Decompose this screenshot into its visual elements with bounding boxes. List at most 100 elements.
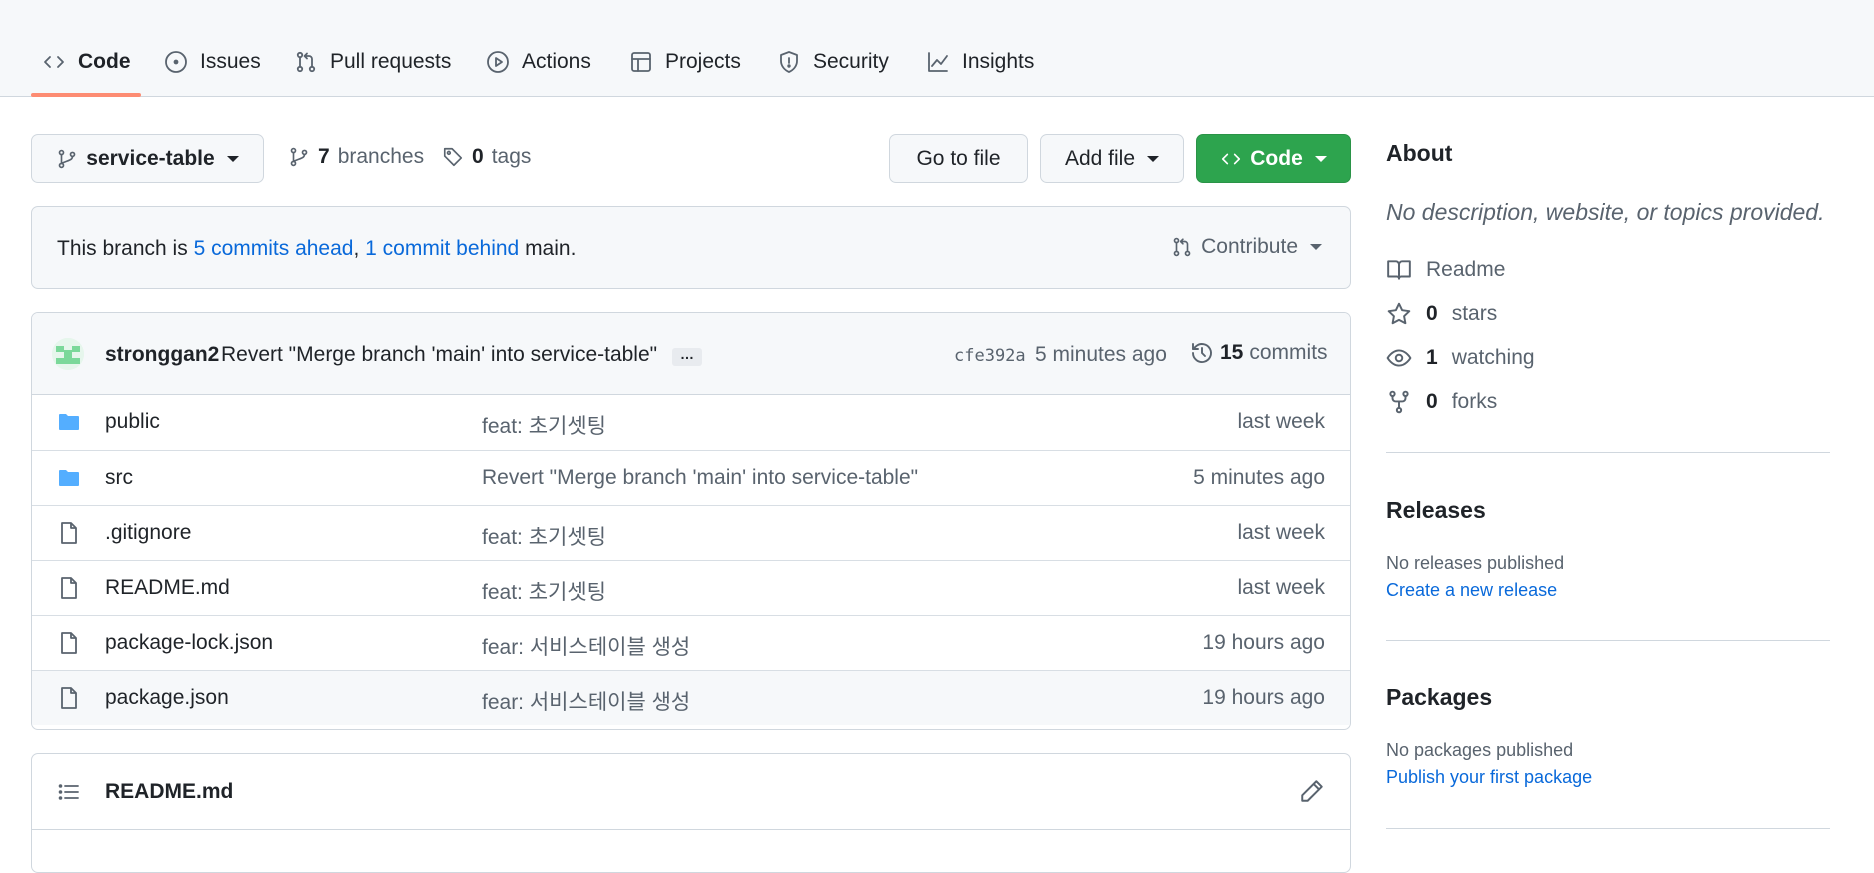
avatar[interactable] <box>52 338 84 370</box>
expand-commit-button[interactable]: … <box>672 347 702 366</box>
tags-link[interactable]: 0 tags <box>442 145 531 169</box>
git-pull-request-icon <box>1173 237 1191 257</box>
code-dropdown-button[interactable]: Code <box>1196 134 1351 183</box>
commit-author[interactable]: stronggan2 <box>105 343 219 367</box>
play-icon <box>487 51 509 73</box>
code-button-label: Code <box>1250 146 1303 170</box>
releases-heading[interactable]: Releases <box>1386 497 1486 524</box>
chevron-down-icon <box>1310 244 1322 250</box>
commit-time: 5 minutes ago <box>1035 343 1167 366</box>
file-commit-message[interactable]: feat: 초기셋팅 <box>482 521 606 551</box>
releases-empty-text: No releases published <box>1386 553 1565 573</box>
stars-label: stars <box>1451 302 1498 325</box>
branch-status-text: This branch is 5 commits ahead, 1 commit… <box>57 237 576 261</box>
table-row[interactable]: src Revert "Merge branch 'main' into ser… <box>32 450 1350 505</box>
forks-count: 0 <box>1426 390 1438 413</box>
tags-label: tags <box>491 145 532 168</box>
go-to-file-label: Go to file <box>916 146 1001 170</box>
commit-message[interactable]: Revert "Merge branch 'main' into service… <box>221 343 657 367</box>
commits-behind-link[interactable]: 1 commit behind <box>365 237 519 260</box>
tab-label: Code <box>78 50 131 73</box>
branch-status-sep: , <box>353 237 366 260</box>
file-name[interactable]: README.md <box>105 576 230 600</box>
file-name[interactable]: src <box>105 466 133 490</box>
list-unordered-icon[interactable] <box>57 780 81 804</box>
chevron-down-icon <box>1147 155 1160 162</box>
file-browser: stronggan2 Revert "Merge branch 'main' i… <box>31 312 1351 730</box>
file-commit-time: last week <box>1237 521 1325 544</box>
table-row[interactable]: public feat: 초기셋팅 last week <box>32 395 1350 450</box>
readme-panel: README.md <box>31 753 1351 873</box>
file-commit-time: last week <box>1237 576 1325 599</box>
file-commit-time: 19 hours ago <box>1202 631 1325 654</box>
branch-select-button[interactable]: service-table <box>31 134 264 183</box>
file-name[interactable]: package.json <box>105 686 229 710</box>
tab-projects[interactable]: Projects <box>629 44 741 80</box>
tab-pull-requests[interactable]: Pull requests <box>294 44 451 80</box>
table-row[interactable]: README.md feat: 초기셋팅 last week <box>32 560 1350 615</box>
packages-empty-text: No packages published <box>1386 740 1574 760</box>
table-icon <box>631 52 651 72</box>
contribute-button[interactable]: Contribute <box>1171 235 1322 259</box>
git-branch-icon <box>58 149 76 168</box>
file-commit-time: last week <box>1237 410 1325 433</box>
file-name[interactable]: public <box>105 410 160 434</box>
table-row[interactable]: package.json fear: 서비스테이블 생성 19 hours ag… <box>32 670 1350 725</box>
tab-insights[interactable]: Insights <box>926 44 1034 80</box>
stars-count: 0 <box>1426 302 1438 325</box>
file-commit-message[interactable]: feat: 초기셋팅 <box>482 410 606 440</box>
file-name[interactable]: .gitignore <box>105 521 191 545</box>
tab-actions[interactable]: Actions <box>486 44 591 80</box>
commits-history-link[interactable]: 15 commits <box>1190 341 1328 365</box>
about-heading: About <box>1386 140 1453 166</box>
git-pull-request-icon <box>296 51 316 73</box>
tab-label: Projects <box>665 50 741 73</box>
table-row[interactable]: .gitignore feat: 초기셋팅 last week <box>32 505 1350 560</box>
branch-name: service-table <box>86 146 215 170</box>
issue-opened-icon <box>165 51 187 73</box>
branches-count: 7 <box>318 145 330 168</box>
packages-heading[interactable]: Packages <box>1386 684 1492 711</box>
readme-title[interactable]: README.md <box>105 780 233 804</box>
stars-link[interactable]: 0 stars <box>1386 301 1497 327</box>
commit-sha[interactable]: cfe392a <box>954 346 1026 366</box>
file-commit-message[interactable]: fear: 서비스테이블 생성 <box>482 686 690 716</box>
commits-count: 15 <box>1220 341 1244 364</box>
tag-icon <box>443 147 463 167</box>
contribute-label: Contribute <box>1201 235 1298 258</box>
table-row[interactable]: package-lock.json fear: 서비스테이블 생성 19 hou… <box>32 615 1350 670</box>
commits-ahead-link[interactable]: 5 commits ahead <box>194 237 354 260</box>
file-commit-message[interactable]: Revert "Merge branch 'main' into service… <box>482 466 918 490</box>
forks-link[interactable]: 0 forks <box>1386 389 1497 415</box>
file-icon <box>61 522 77 544</box>
branch-status-suffix: main. <box>519 237 577 260</box>
branches-link[interactable]: 7 branches <box>288 145 424 169</box>
tab-issues[interactable]: Issues <box>164 44 261 80</box>
file-commit-message[interactable]: fear: 서비스테이블 생성 <box>482 631 690 661</box>
go-to-file-button[interactable]: Go to file <box>889 134 1028 183</box>
tab-label: Actions <box>522 50 591 73</box>
tab-label: Security <box>813 50 889 73</box>
tab-label: Insights <box>962 50 1035 73</box>
add-file-button[interactable]: Add file <box>1040 134 1184 183</box>
file-commit-time: 5 minutes ago <box>1193 466 1325 489</box>
tags-count: 0 <box>472 145 484 168</box>
tab-label: Issues <box>200 50 261 73</box>
chevron-down-icon <box>226 155 239 162</box>
code-icon <box>44 56 64 68</box>
file-name[interactable]: package-lock.json <box>105 631 273 655</box>
forks-label: forks <box>1451 390 1498 413</box>
pencil-icon[interactable] <box>1299 778 1325 804</box>
create-release-link[interactable]: Create a new release <box>1386 580 1557 601</box>
watching-label: watching <box>1451 346 1535 369</box>
publish-package-link[interactable]: Publish your first package <box>1386 767 1592 788</box>
folder-icon <box>59 414 79 430</box>
readme-link[interactable]: Readme <box>1386 257 1505 283</box>
branch-status-box: This branch is 5 commits ahead, 1 commit… <box>31 206 1351 289</box>
tab-security[interactable]: Security <box>777 44 889 80</box>
watching-link[interactable]: 1 watching <box>1386 345 1535 371</box>
repo-forked-icon <box>1389 390 1409 414</box>
tab-code[interactable]: Code <box>42 44 131 80</box>
add-file-label: Add file <box>1064 146 1136 170</box>
file-commit-message[interactable]: feat: 초기셋팅 <box>482 576 606 606</box>
